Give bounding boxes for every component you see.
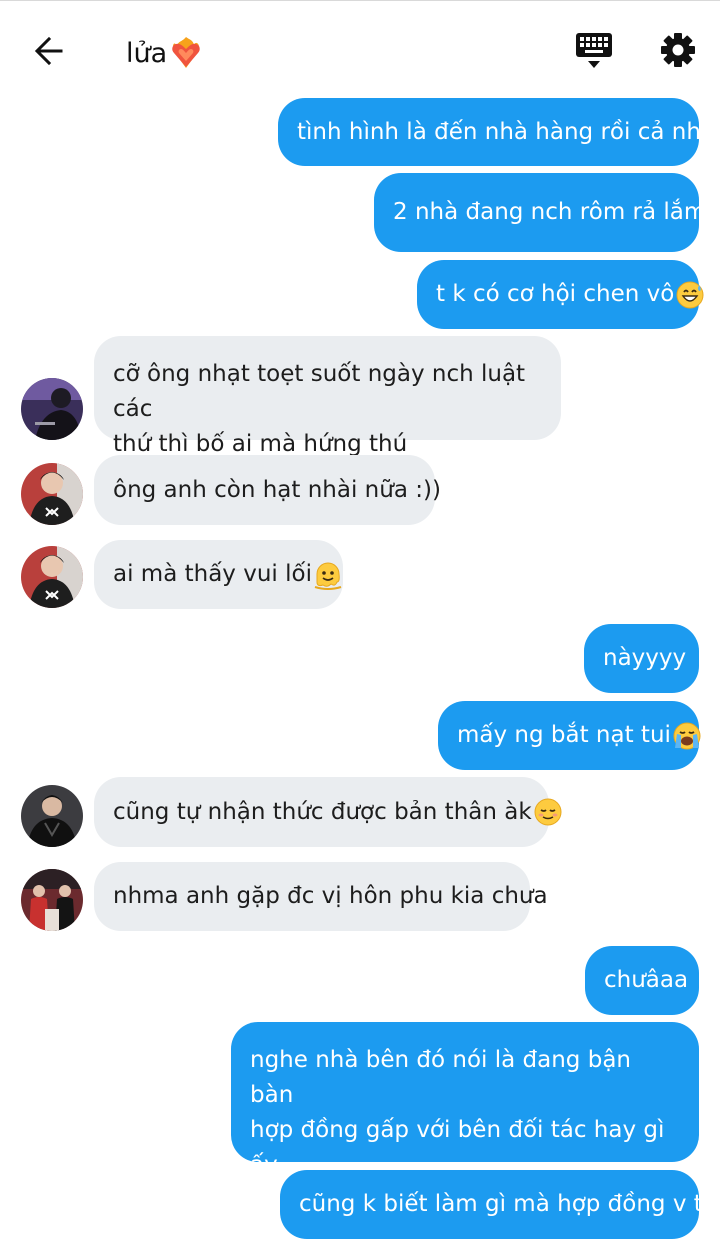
contact-title[interactable]: lửa xyxy=(126,33,203,73)
incoming-message[interactable]: ông anh còn hạt nhài nữa :)) xyxy=(94,455,441,525)
message-line: nghe nhà bên đó nói là đang bận bàn xyxy=(250,1047,631,1108)
incoming-message[interactable]: nhma anh gặp đc vị hôn phu kia chưa xyxy=(94,862,548,931)
message-line: cỡ ông nhạt toẹt suốt ngày nch luật các xyxy=(113,361,526,422)
melting-face-emoji xyxy=(313,560,343,590)
outgoing-message[interactable]: tình hình là đến nhà hàng rồi cả nhà xyxy=(278,98,715,166)
back-button[interactable] xyxy=(26,28,72,74)
heart-on-fire-emoji xyxy=(169,36,203,70)
outgoing-message[interactable]: t k có cơ hội chen vô xyxy=(417,260,704,329)
message-text: 2 nhà đang nch rôm rả lắm xyxy=(393,199,707,225)
message-text: ai mà thấy vui lối xyxy=(113,561,312,587)
avatar-leather-jacket xyxy=(21,785,83,847)
avatar-purple-stage xyxy=(21,378,83,440)
outgoing-message[interactable]: nàyyyy xyxy=(584,624,699,693)
outgoing-message[interactable]: 2 nhà đang nch rôm rả lắm xyxy=(374,173,706,252)
message-text: mấy ng bắt nạt tui xyxy=(457,722,671,748)
avatar[interactable] xyxy=(21,869,83,931)
incoming-message[interactable]: cũng tự nhận thức được bản thân àk xyxy=(94,777,562,847)
arrow-left-icon xyxy=(34,36,63,66)
relieved-face-emoji xyxy=(533,797,563,827)
message-text: chưâaa xyxy=(604,967,689,993)
chat-header: lửa xyxy=(0,0,720,96)
avatar[interactable] xyxy=(21,463,83,525)
avatar-black-jersey xyxy=(21,546,83,608)
grinning-sweat-emoji xyxy=(675,280,705,310)
message-text: nàyyyy xyxy=(603,645,687,671)
outgoing-message[interactable]: nghe nhà bên đó nói là đang bận bàn hợp … xyxy=(231,1022,699,1213)
message-text: t k có cơ hội chen vô xyxy=(436,281,675,307)
message-text: tình hình là đến nhà hàng rồi cả nhà xyxy=(297,118,715,145)
avatar[interactable] xyxy=(21,785,83,847)
avatar[interactable] xyxy=(21,378,83,440)
gear-icon xyxy=(661,33,695,67)
message-text: nhma anh gặp đc vị hôn phu kia chưa xyxy=(113,883,548,909)
message-text: cũng tự nhận thức được bản thân àk xyxy=(113,798,532,825)
crying-face-emoji xyxy=(672,721,702,751)
contact-name: lửa xyxy=(126,37,168,69)
settings-button[interactable] xyxy=(658,30,698,70)
keyboard-icon xyxy=(576,33,612,68)
keyboard-button[interactable] xyxy=(574,30,614,70)
incoming-message[interactable]: ai mà thấy vui lối xyxy=(94,540,343,609)
avatar[interactable] xyxy=(21,546,83,608)
outgoing-message[interactable]: cũng k biết làm gì mà hợp đồng v tr xyxy=(280,1170,712,1239)
incoming-message[interactable]: cỡ ông nhạt toẹt suốt ngày nch luật các … xyxy=(94,336,561,457)
message-text: ông anh còn hạt nhài nữa :)) xyxy=(113,476,441,503)
outgoing-message[interactable]: chưâaa xyxy=(585,946,699,1015)
avatar-black-jersey xyxy=(21,463,83,525)
outgoing-message[interactable]: mấy ng bắt nạt tui xyxy=(438,701,702,770)
avatar-group-red xyxy=(21,869,83,931)
message-text: cũng k biết làm gì mà hợp đồng v tr xyxy=(299,1191,713,1217)
